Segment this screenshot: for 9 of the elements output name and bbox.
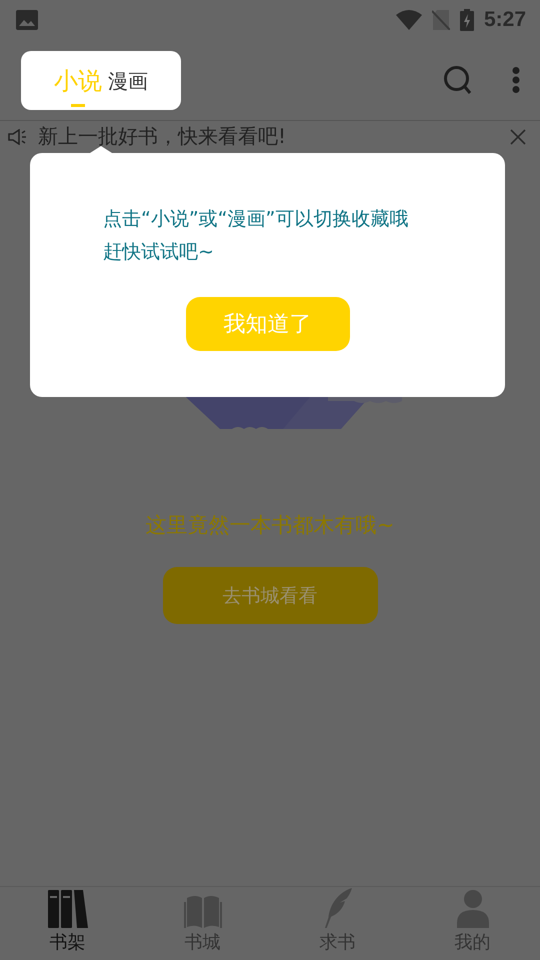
tip-text: 点击“小说”或“漫画”可以切换收藏哦 赶快试试吧~ <box>103 207 408 265</box>
nav-tab[interactable]: 书架 <box>0 887 135 960</box>
empty-message: 这里竟然一本书都木有哦~ <box>146 512 394 539</box>
status-time: 5:27 <box>484 8 526 32</box>
go-to-store-button[interactable]: 去书城看看 <box>162 567 378 624</box>
category-tab[interactable]: 漫画 <box>108 55 148 105</box>
category-tab[interactable]: 小说 <box>54 52 102 108</box>
got-it-button[interactable]: 我知道了 <box>186 297 350 351</box>
notice-text: 新上一批好书，快来看看吧! <box>38 125 286 147</box>
